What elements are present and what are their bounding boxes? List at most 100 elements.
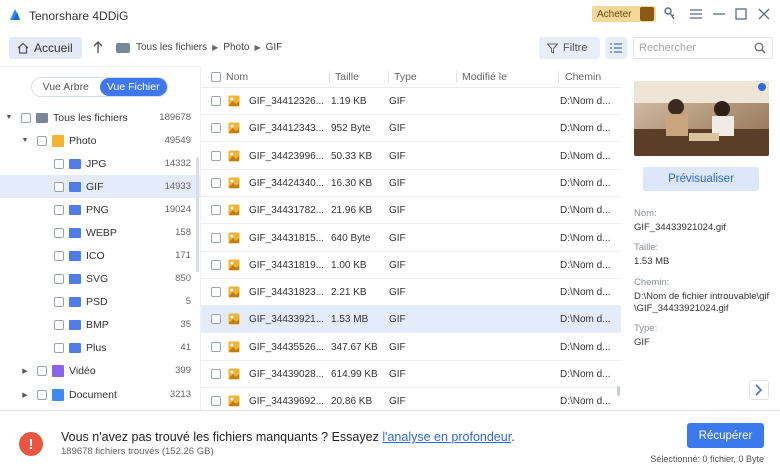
table-row[interactable]: GIF_34431823... 2.21 KB GIF D:\Nom d...: [201, 279, 621, 307]
row-checkbox[interactable]: [211, 287, 221, 298]
row-checkbox[interactable]: [211, 232, 221, 243]
row-checkbox[interactable]: [211, 259, 221, 270]
table-row[interactable]: GIF_34439028... 614.99 KB GIF D:\Nom d...: [201, 361, 621, 388]
tree-item-all-files[interactable]: ▼ Tous les fichiers 189678: [0, 106, 200, 129]
row-checkbox[interactable]: [211, 369, 221, 379]
chevron-right-icon: ▶: [254, 43, 261, 52]
tree-item-webp[interactable]: WEBP 158: [0, 221, 200, 244]
row-size: 1.00 KB: [331, 259, 367, 271]
table-row[interactable]: GIF_34431815... 640 Byte GIF D:\Nom d...: [201, 225, 621, 252]
image-file-icon: [228, 177, 240, 189]
breadcrumb-item[interactable]: GIF: [266, 42, 283, 53]
folder-icon: [69, 342, 81, 353]
row-path: D:\Nom d...: [560, 123, 611, 135]
breadcrumb-item[interactable]: Photo: [223, 42, 249, 53]
row-size: 1.53 MB: [331, 314, 369, 326]
home-button[interactable]: Accueil: [9, 37, 82, 59]
table-row[interactable]: GIF_34439692... 20.86 KB GIF D:\Nom d...: [201, 388, 621, 410]
table-row[interactable]: GIF_34424340... 16.30 KB GIF D:\Nom d...: [201, 170, 621, 197]
search-input[interactable]: Rechercher: [633, 37, 773, 59]
tree-item-png[interactable]: PNG 19024: [0, 198, 200, 221]
row-checkbox[interactable]: [211, 96, 221, 106]
checkbox[interactable]: [54, 250, 64, 261]
deep-scan-link[interactable]: l'analyse en profondeur: [382, 430, 511, 444]
row-path: D:\Nom d...: [560, 150, 611, 162]
tree-item-bmp[interactable]: BMP 35: [0, 313, 200, 336]
column-size[interactable]: Taille: [335, 71, 359, 83]
table-row[interactable]: GIF_34433921... 1.53 MB GIF D:\Nom d...: [201, 306, 621, 334]
checkbox[interactable]: [21, 112, 31, 123]
column-path[interactable]: Chemin: [565, 71, 601, 83]
checkbox[interactable]: [54, 296, 64, 307]
search-icon[interactable]: [754, 42, 766, 54]
checkbox[interactable]: [37, 365, 47, 376]
close-icon[interactable]: [756, 6, 772, 22]
caret-right-icon[interactable]: ▶: [21, 367, 29, 375]
buy-button[interactable]: Acheter: [592, 6, 656, 22]
table-row[interactable]: GIF_34412343... 952 Byte GIF D:\Nom d...: [201, 115, 621, 143]
tree-item-video[interactable]: ▶ Vidéo 399: [0, 359, 200, 382]
image-file-icon: [228, 395, 240, 407]
table-row[interactable]: GIF_34423996... 50.33 KB GIF D:\Nom d...: [201, 143, 621, 170]
row-checkbox[interactable]: [211, 150, 221, 161]
row-checkbox[interactable]: [211, 205, 221, 216]
tree-item-svg[interactable]: SVG 850: [0, 267, 200, 290]
column-modified[interactable]: Modifié le: [462, 71, 507, 83]
caret-down-icon[interactable]: ▼: [21, 137, 29, 144]
checkbox[interactable]: [54, 158, 64, 169]
table-row[interactable]: GIF_34412326... 1.19 KB GIF D:\Nom d...: [201, 88, 621, 115]
minimize-icon[interactable]: [711, 6, 727, 22]
checkbox[interactable]: [54, 204, 64, 215]
list-view-button[interactable]: [605, 37, 627, 59]
row-checkbox[interactable]: [211, 123, 221, 134]
row-checkbox[interactable]: [211, 396, 221, 407]
tree-view-tab[interactable]: Vue Arbre: [32, 78, 100, 96]
checkbox[interactable]: [54, 342, 64, 353]
checkbox[interactable]: [37, 135, 47, 146]
row-size: 614.99 KB: [331, 369, 378, 380]
caret-down-icon[interactable]: ▼: [5, 114, 13, 121]
tree-item-ico[interactable]: ICO 171: [0, 244, 200, 267]
file-view-tab[interactable]: Vue Fichier: [99, 78, 167, 96]
checkbox[interactable]: [54, 181, 64, 192]
checkbox[interactable]: [37, 389, 47, 400]
tree-item-gif[interactable]: GIF 14933: [0, 175, 200, 198]
folder-icon: [69, 181, 81, 192]
select-all-checkbox[interactable]: [211, 72, 221, 82]
row-checkbox[interactable]: [211, 341, 221, 352]
filter-button[interactable]: Filtre: [539, 37, 600, 59]
tree-item-document[interactable]: ▶ Document 3213: [0, 383, 200, 406]
table-row[interactable]: GIF_34435526... 347.67 KB GIF D:\Nom d...: [201, 334, 621, 361]
row-checkbox[interactable]: [211, 177, 221, 188]
menu-icon[interactable]: [688, 6, 704, 22]
up-arrow-icon[interactable]: [92, 40, 106, 54]
breadcrumb-item[interactable]: Tous les fichiers: [136, 42, 207, 53]
folder-icon: [69, 204, 81, 215]
checkbox[interactable]: [54, 319, 64, 330]
recover-button[interactable]: Récupérer: [687, 423, 764, 448]
table-row[interactable]: GIF_34431782... 21.96 KB GIF D:\Nom d...: [201, 197, 621, 225]
row-path: D:\Nom d...: [560, 205, 611, 217]
footer: ! Vous n'avez pas trouvé les fichiers ma…: [0, 410, 780, 475]
row-path: D:\Nom d...: [560, 396, 611, 408]
checkbox[interactable]: [54, 227, 64, 238]
maximize-icon[interactable]: [733, 6, 749, 22]
next-preview-button[interactable]: [749, 380, 769, 400]
checkbox[interactable]: [54, 273, 64, 284]
row-type: GIF: [389, 96, 406, 107]
row-type: GIF: [389, 341, 406, 353]
tree-item-jpg[interactable]: JPG 14332: [0, 152, 200, 175]
preview-button[interactable]: Prévisualiser: [643, 167, 759, 191]
tree-item-psd[interactable]: PSD 5: [0, 290, 200, 313]
row-checkbox[interactable]: [211, 314, 221, 325]
table-row[interactable]: GIF_34431819... 1.00 KB GIF D:\Nom d...: [201, 252, 621, 279]
tree-scrollbar[interactable]: [196, 157, 199, 272]
column-type[interactable]: Type: [394, 71, 417, 83]
image-file-icon: [228, 286, 240, 298]
key-icon[interactable]: [662, 6, 678, 22]
column-name[interactable]: Nom: [226, 71, 248, 83]
tree-item-plus[interactable]: Plus 41: [0, 336, 200, 359]
file-list-scrollbar[interactable]: [617, 386, 620, 396]
caret-right-icon[interactable]: ▶: [21, 391, 29, 399]
tree-item-photo[interactable]: ▼ Photo 49549: [0, 129, 200, 152]
